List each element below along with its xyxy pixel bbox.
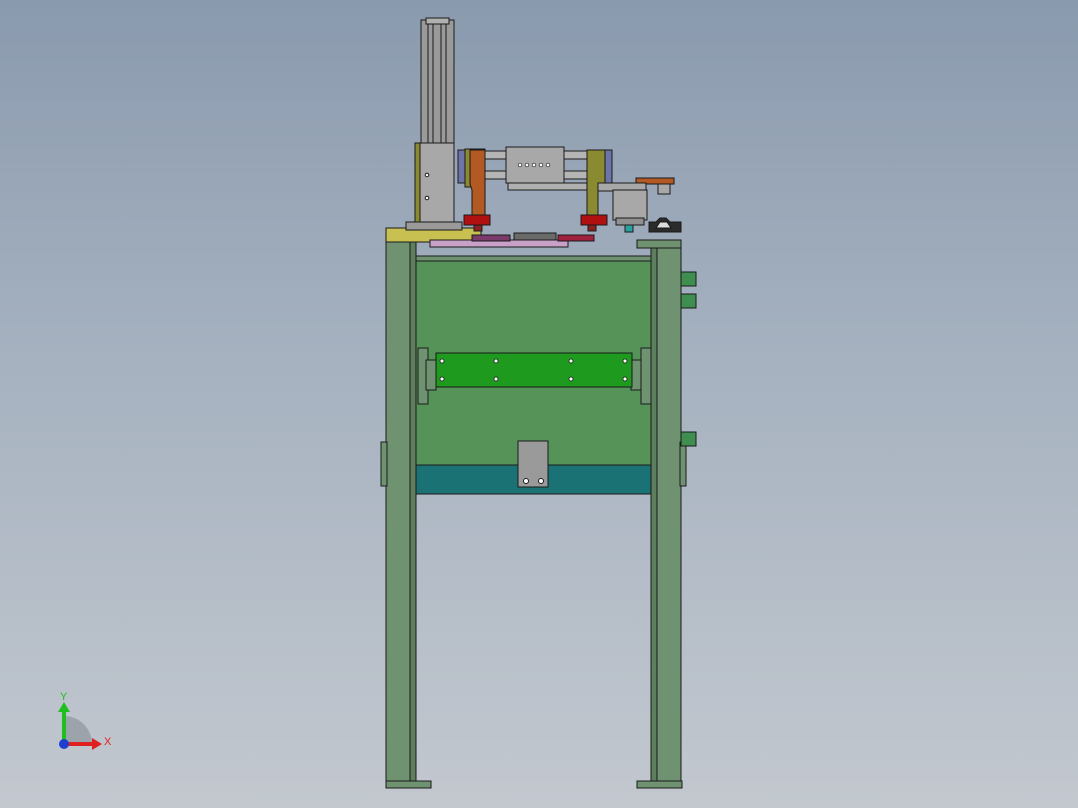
y-axis-label: Y bbox=[60, 691, 68, 703]
slide-block-bolt bbox=[424, 195, 430, 201]
cylinder-port bbox=[531, 162, 537, 168]
dark-rail-1 bbox=[471, 234, 511, 242]
bracket-bolt bbox=[439, 376, 445, 382]
left-copper-finger bbox=[469, 149, 486, 217]
cylinder-port bbox=[545, 162, 551, 168]
bracket-left-post bbox=[425, 359, 437, 391]
cylinder-cap bbox=[425, 17, 450, 25]
bracket-bolt bbox=[568, 376, 574, 382]
cylinder-port bbox=[517, 162, 523, 168]
sensor-box bbox=[657, 183, 671, 195]
slide-base bbox=[405, 221, 463, 231]
vertical-cylinder-body bbox=[420, 19, 455, 146]
bracket-bolt bbox=[439, 358, 445, 364]
right-top-cap bbox=[636, 239, 682, 249]
bracket-bolt bbox=[622, 376, 628, 382]
bracket-bolt bbox=[622, 358, 628, 364]
panel-top-lip bbox=[415, 255, 652, 262]
gray-block-bolt bbox=[523, 478, 529, 484]
bracket-bolt bbox=[493, 358, 499, 364]
left-collar-tip bbox=[473, 224, 483, 232]
right-leg-side-tab bbox=[679, 441, 687, 487]
teal-fitting bbox=[624, 224, 634, 233]
cad-viewport[interactable]: Y X bbox=[0, 0, 1078, 808]
cylinder-base-plate bbox=[507, 182, 599, 191]
gray-block-bolt bbox=[538, 478, 544, 484]
fitting-1 bbox=[680, 271, 697, 287]
bracket-right-ear bbox=[640, 347, 652, 405]
cylinder-port bbox=[538, 162, 544, 168]
valve-body bbox=[612, 189, 648, 221]
slide-block bbox=[419, 142, 455, 231]
bracket-bolt bbox=[493, 376, 499, 382]
green-clamp-bracket bbox=[435, 352, 633, 388]
left-frame-leg-inner bbox=[409, 241, 417, 787]
right-red-collar bbox=[580, 214, 608, 226]
x-axis-label: X bbox=[104, 736, 112, 748]
slide-block-bolt bbox=[424, 172, 430, 178]
left-red-collar bbox=[463, 214, 491, 226]
dark-rail-3 bbox=[557, 234, 595, 242]
axis-triad-icon: Y X bbox=[58, 691, 112, 750]
left-leg-foot bbox=[385, 780, 432, 789]
fitting-2 bbox=[680, 293, 697, 309]
right-collar-tip bbox=[587, 224, 597, 232]
valve-connector bbox=[615, 217, 645, 226]
dark-rail-2 bbox=[513, 232, 557, 241]
right-leg-foot bbox=[636, 780, 683, 789]
cylinder-port bbox=[524, 162, 530, 168]
right-frame-leg-inner bbox=[650, 241, 658, 787]
machine-assembly-model[interactable]: Y X bbox=[0, 0, 1078, 808]
bracket-bolt bbox=[568, 358, 574, 364]
left-leg-side-tab bbox=[380, 441, 388, 487]
fitting-3 bbox=[680, 431, 697, 447]
